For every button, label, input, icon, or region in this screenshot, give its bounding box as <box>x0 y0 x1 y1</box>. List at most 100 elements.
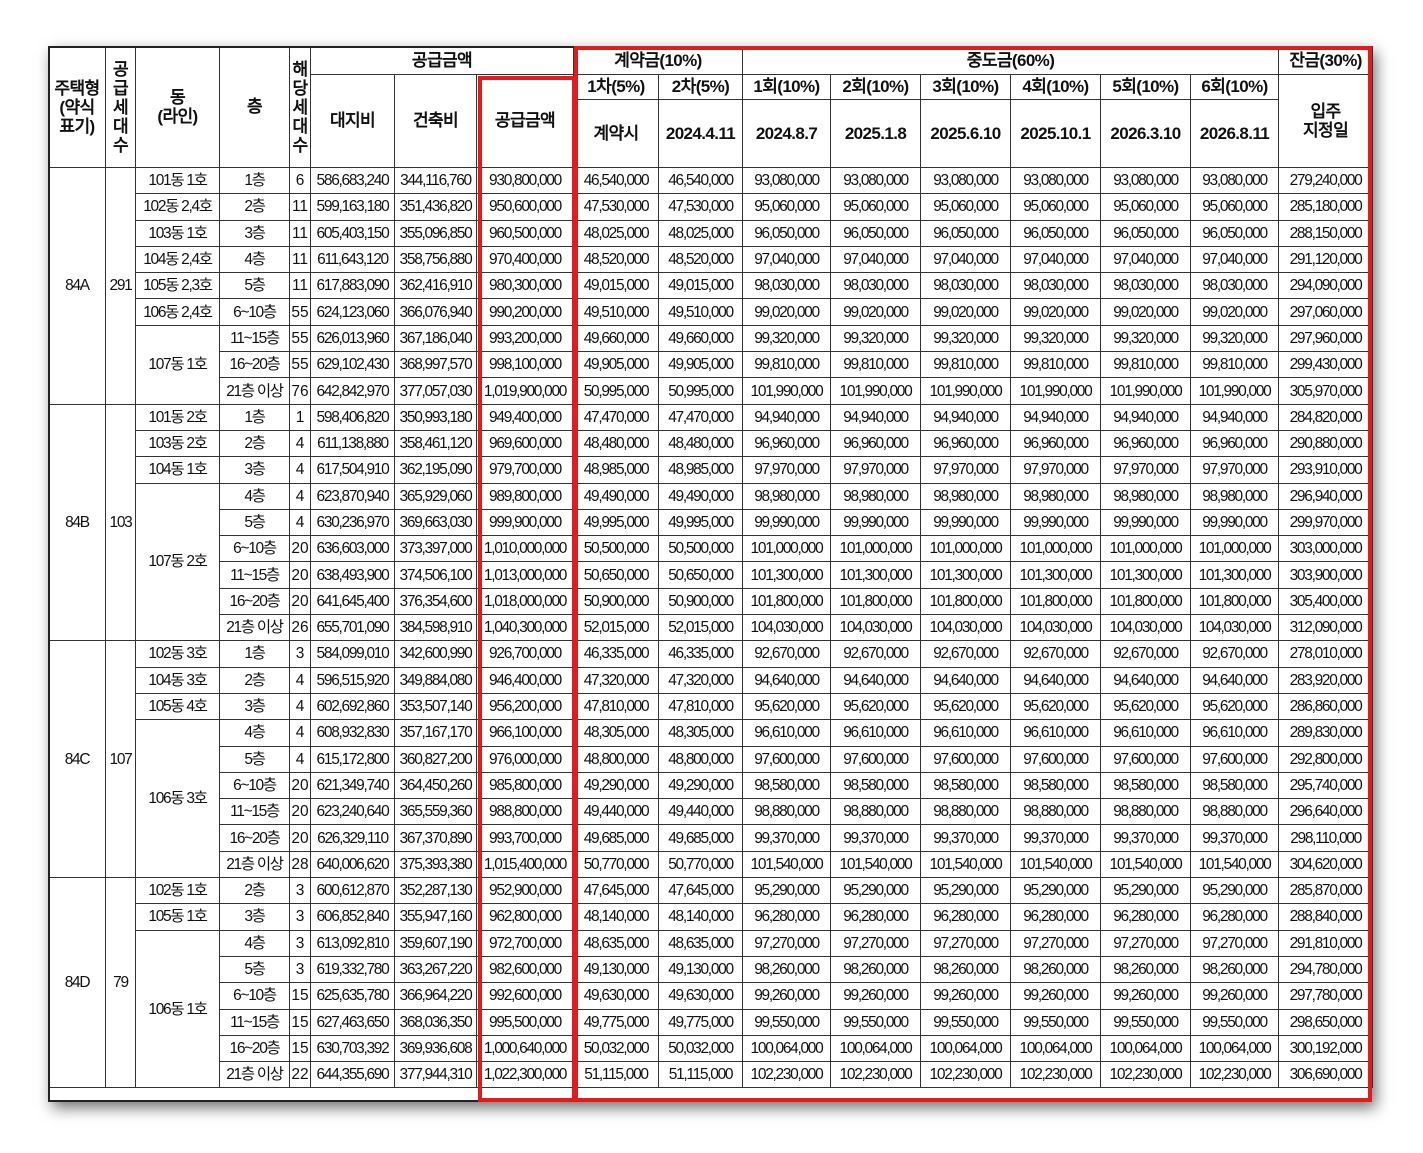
floor-cell: 11~15층 <box>219 1008 290 1036</box>
building-cost-cell: 377,944,310 <box>394 1061 477 1089</box>
table-row: 16~20층 15 630,703,392 369,936,608 1,000,640,… <box>49 1034 1374 1063</box>
household-count-cell: 4 <box>289 719 311 747</box>
middle-1-cell: 99,260,000 <box>742 982 831 1010</box>
header-contract-1: 1차(5%) <box>573 74 659 100</box>
floor-cell: 6~10층 <box>219 771 290 800</box>
supply-amount-cell: 992,600,000 <box>476 982 574 1010</box>
contract-1-cell: 49,660,000 <box>573 324 659 353</box>
middle-3-cell: 95,620,000 <box>920 692 1011 721</box>
household-count-cell: 3 <box>289 640 311 668</box>
contract-1-cell: 49,905,000 <box>573 351 659 379</box>
land-cost-cell: 644,355,690 <box>310 1061 395 1089</box>
land-cost-cell: 611,643,120 <box>310 245 395 274</box>
contract-2-cell: 48,520,000 <box>658 245 743 274</box>
building-cost-cell: 368,997,570 <box>394 351 477 379</box>
floor-cell: 3층 <box>219 692 290 721</box>
table-row: 103동 2호 2층 4 611,138,880 358,461,120 969,600,… <box>49 429 1374 458</box>
household-count-cell: 15 <box>289 1008 311 1036</box>
balance-cell: 303,000,000 <box>1278 535 1374 563</box>
contract-1-cell: 49,775,000 <box>573 1008 659 1036</box>
middle-2-cell: 95,290,000 <box>830 877 921 905</box>
contract-1-cell: 49,440,000 <box>573 798 659 826</box>
middle-6-cell: 94,640,000 <box>1189 666 1280 694</box>
header-middle-2-date: 2025.1.8 <box>830 99 921 168</box>
middle-1-cell: 101,800,000 <box>742 587 831 616</box>
middle-1-cell: 98,980,000 <box>742 482 831 510</box>
table-row: 21층 이상 76 642,842,970 377,057,030 1,019,900,… <box>49 377 1374 405</box>
building-cost-cell: 350,993,180 <box>394 403 477 431</box>
land-cost-cell: 608,932,830 <box>310 719 395 747</box>
middle-2-cell: 98,030,000 <box>830 272 921 300</box>
middle-1-cell: 99,020,000 <box>742 298 831 326</box>
middle-4-cell: 92,670,000 <box>1010 640 1101 668</box>
table-row: 5층 4 615,172,800 360,827,200 976,000,000 48,8… <box>49 745 1374 773</box>
supply-amount-cell: 970,400,000 <box>476 245 574 274</box>
contract-2-cell: 47,530,000 <box>658 193 743 221</box>
middle-2-cell: 96,610,000 <box>830 719 921 747</box>
household-count-cell: 11 <box>289 272 311 300</box>
middle-2-cell: 98,580,000 <box>830 771 921 800</box>
balance-cell: 305,400,000 <box>1278 587 1374 616</box>
contract-1-cell: 48,305,000 <box>573 719 659 747</box>
middle-1-cell: 93,080,000 <box>742 166 831 195</box>
balance-cell: 295,740,000 <box>1278 771 1374 800</box>
table-row: 104동 2,4호 4층 11 611,643,120 358,756,880 970,4… <box>49 245 1374 274</box>
building-cost-cell: 365,929,060 <box>394 482 477 510</box>
header-supply-units: 공급세대수 <box>105 46 136 168</box>
contract-2-cell: 49,685,000 <box>658 824 743 852</box>
middle-6-cell: 99,320,000 <box>1189 324 1280 353</box>
middle-3-cell: 99,990,000 <box>920 508 1011 537</box>
contract-1-cell: 46,540,000 <box>573 166 659 195</box>
middle-1-cell: 95,060,000 <box>742 193 831 221</box>
middle-2-cell: 99,990,000 <box>830 508 921 537</box>
middle-1-cell: 98,580,000 <box>742 771 831 800</box>
contract-1-cell: 47,320,000 <box>573 666 659 694</box>
middle-4-cell: 95,290,000 <box>1010 877 1101 905</box>
table-row: 106동 2,4호 6~10층 55 624,123,060 366,076,940 99… <box>49 298 1374 326</box>
middle-5-cell: 97,970,000 <box>1100 456 1191 484</box>
contract-2-cell: 50,900,000 <box>658 587 743 616</box>
header-floor: 층 <box>219 46 290 168</box>
header-contract-group: 계약금(10%) <box>573 46 743 75</box>
supply-amount-cell: 990,200,000 <box>476 298 574 326</box>
household-count-cell: 20 <box>289 771 311 800</box>
contract-2-cell: 48,985,000 <box>658 456 743 484</box>
floor-cell: 2층 <box>219 877 290 905</box>
floor-cell: 2층 <box>219 193 290 221</box>
contract-2-cell: 47,810,000 <box>658 692 743 721</box>
middle-5-cell: 99,550,000 <box>1100 1008 1191 1036</box>
middle-2-cell: 94,640,000 <box>830 666 921 694</box>
contract-2-cell: 49,995,000 <box>658 508 743 537</box>
land-cost-cell: 615,172,800 <box>310 745 395 773</box>
table-row: 106동 1호 4층 3 613,092,810 359,607,190 972,700,… <box>49 929 1374 1089</box>
middle-1-cell: 99,810,000 <box>742 351 831 379</box>
building-cost-cell: 373,397,000 <box>394 535 477 563</box>
price-table-frame: 주택형 (약식 표기) 공급세대수 동 (라인) 층 해당세대수 공급금액 계약금(1… <box>48 46 1374 1102</box>
supply-amount-cell: 1,022,300,000 <box>476 1061 574 1089</box>
contract-1-cell: 50,032,000 <box>573 1034 659 1063</box>
middle-5-cell: 99,320,000 <box>1100 324 1191 353</box>
middle-2-cell: 95,620,000 <box>830 692 921 721</box>
supply-amount-cell: 972,700,000 <box>476 929 574 957</box>
header-dong: 동 (라인) <box>135 46 220 168</box>
middle-6-cell: 99,020,000 <box>1189 298 1280 326</box>
floor-cell: 4층 <box>219 245 290 274</box>
contract-2-cell: 47,470,000 <box>658 403 743 431</box>
middle-3-cell: 98,580,000 <box>920 771 1011 800</box>
middle-4-cell: 101,000,000 <box>1010 535 1101 563</box>
dong-cell: 102동 2,4호 <box>135 193 220 221</box>
balance-cell: 303,900,000 <box>1278 561 1374 589</box>
land-cost-cell: 623,240,640 <box>310 798 395 826</box>
land-cost-cell: 629,102,430 <box>310 351 395 379</box>
middle-1-cell: 96,050,000 <box>742 219 831 247</box>
middle-3-cell: 93,080,000 <box>920 166 1011 195</box>
contract-1-cell: 48,985,000 <box>573 456 659 484</box>
middle-5-cell: 96,280,000 <box>1100 903 1191 931</box>
middle-1-cell: 96,960,000 <box>742 429 831 458</box>
floor-cell: 5층 <box>219 508 290 537</box>
middle-4-cell: 93,080,000 <box>1010 166 1101 195</box>
middle-2-cell: 98,260,000 <box>830 955 921 984</box>
contract-2-cell: 49,905,000 <box>658 351 743 379</box>
contract-1-cell: 48,140,000 <box>573 903 659 931</box>
floor-cell: 21층 이상 <box>219 614 290 642</box>
